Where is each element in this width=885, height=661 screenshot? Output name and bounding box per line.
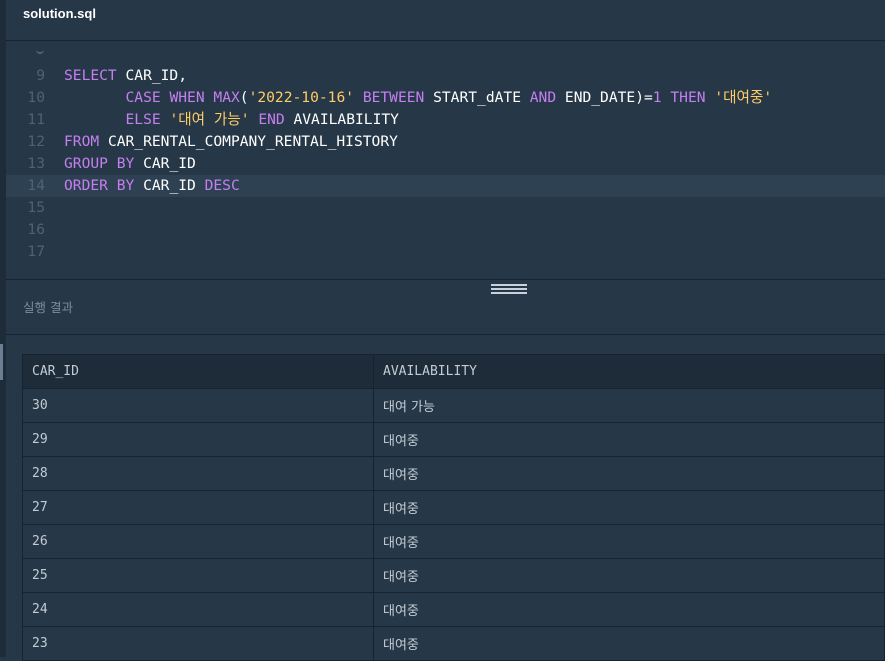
cell-car-id: 28 [22,456,374,491]
cell-availability: 대여중 [373,422,885,457]
code-token-kw: BETWEEN [362,89,425,106]
line-number: 14 [27,177,45,194]
table-row: 24 대여중 [22,592,885,627]
code-line[interactable]: 17 [6,241,885,263]
cell-availability: 대여중 [373,558,885,593]
line-number: 11 [27,111,45,128]
code-token-kw: DESC [204,177,240,194]
code-token-str: '대여 가능' [169,111,250,128]
cell-car-id: 24 [22,592,374,627]
code-token-id [354,89,363,106]
table-header-row: CAR_ID AVAILABILITY [22,354,885,389]
panel-resize-marker[interactable] [0,344,3,380]
code-token-kw: GROUP BY [64,155,135,172]
code-line[interactable]: 10 CASE WHEN MAX('2022-10-16' BETWEEN ST… [6,87,885,109]
line-number: 15 [27,199,45,216]
code-token-id: CAR_ID [134,155,196,172]
line-number: 12 [27,133,45,150]
code-token-id [64,89,126,106]
cell-availability: 대여중 [373,490,885,525]
code-line[interactable]: 14 ORDER BY CAR_ID DESC [6,175,885,197]
code-line[interactable]: 13 GROUP BY CAR_ID [6,153,885,175]
result-rows: 30 대여 가능 29 대여중 28 대여중 27 대여중 26 대여중 25 대여중 24 대여중 23 대… [22,388,885,661]
code-token-id [64,111,126,128]
code-text: ORDER BY CAR_ID DESC [64,175,240,197]
code-token-id: START_dATE [424,89,530,106]
code-token-kw: FROM [64,133,100,150]
code-line[interactable]: 16 [6,219,885,241]
line-number: 10 [27,89,45,106]
code-token-id: AVAILABILITY [284,111,399,128]
code-token-kw: THEN [670,89,706,106]
code-editor[interactable]: 9 SELECT CAR_ID, 10 CASE WHEN MAX('2022-10… [6,41,885,279]
line-number: 17 [27,243,45,260]
line-number: 9 [36,67,45,84]
cell-availability: 대여중 [373,524,885,559]
table-row: 29 대여중 [22,422,885,457]
code-text: SELECT CAR_ID, [64,65,187,87]
table-row: 26 대여중 [22,524,885,559]
cell-availability: 대여중 [373,592,885,627]
code-line[interactable]: 12 FROM CAR_RENTAL_COMPANY_RENTAL_HISTORY [6,131,885,153]
file-tab[interactable]: solution.sql [23,6,96,21]
cell-car-id: 30 [22,388,374,423]
code-line[interactable]: 9 SELECT CAR_ID, [6,65,885,87]
code-token-kw: END [258,111,285,128]
code-token-kw: MAX [213,89,240,106]
result-table-wrap: CAR_ID AVAILABILITY 30 대여 가능 29 대여중 28 대여중 27 대… [22,354,885,661]
cell-availability: 대여 가능 [373,388,885,423]
code-token-num: 1 [652,89,662,106]
table-row: 27 대여중 [22,490,885,525]
line-number: 16 [27,221,45,238]
code-token-kw: ELSE [125,111,161,128]
cell-car-id: 26 [22,524,374,559]
code-token-kw: CASE [125,89,161,106]
file-header: solution.sql [6,0,885,41]
code-line[interactable]: 11 ELSE '대여 가능' END AVAILABILITY [6,109,885,131]
code-token-kw: WHEN [169,89,205,106]
code-token-str: '대여중' [714,89,773,106]
code-text: CASE WHEN MAX('2022-10-16' BETWEEN START… [64,87,773,109]
table-row: 28 대여중 [22,456,885,491]
code-line[interactable]: 15 [6,197,885,219]
code-text: ELSE '대여 가능' END AVAILABILITY [64,109,399,131]
result-title: 실행 결과 [23,300,73,315]
cell-car-id: 27 [22,490,374,525]
table-row: 25 대여중 [22,558,885,593]
code-token-id: CAR_RENTAL_COMPANY_RENTAL_HISTORY [99,133,398,150]
code-text: GROUP BY CAR_ID [64,153,196,175]
code-token-id: CAR_ID [134,177,205,194]
code-text: FROM CAR_RENTAL_COMPANY_RENTAL_HISTORY [64,131,398,153]
code-token-id: END_DATE)= [556,89,653,106]
result-header: 실행 결과 [6,279,885,335]
column-header-availability: AVAILABILITY [373,354,885,389]
cell-car-id: 23 [22,626,374,661]
line-number: 13 [27,155,45,172]
code-token-kw: SELECT [64,67,117,84]
code-token-id: CAR_ID, [116,67,188,84]
table-row: 23 대여중 [22,626,885,661]
drag-handle-icon[interactable] [491,284,527,294]
table-row: 30 대여 가능 [22,388,885,423]
cell-car-id: 25 [22,558,374,593]
cell-availability: 대여중 [373,456,885,491]
code-token-id [706,89,715,106]
code-token-kw: AND [529,89,557,106]
result-table: CAR_ID AVAILABILITY 30 대여 가능 29 대여중 28 대여중 27 대… [22,354,885,661]
partial-line-number [36,49,44,54]
code-token-id: ( [239,89,249,106]
cell-car-id: 29 [22,422,374,457]
column-header-car-id: CAR_ID [22,354,374,389]
cell-availability: 대여중 [373,626,885,661]
code-token-kw: ORDER BY [64,177,135,194]
code-token-str: '2022-10-16' [248,89,355,106]
